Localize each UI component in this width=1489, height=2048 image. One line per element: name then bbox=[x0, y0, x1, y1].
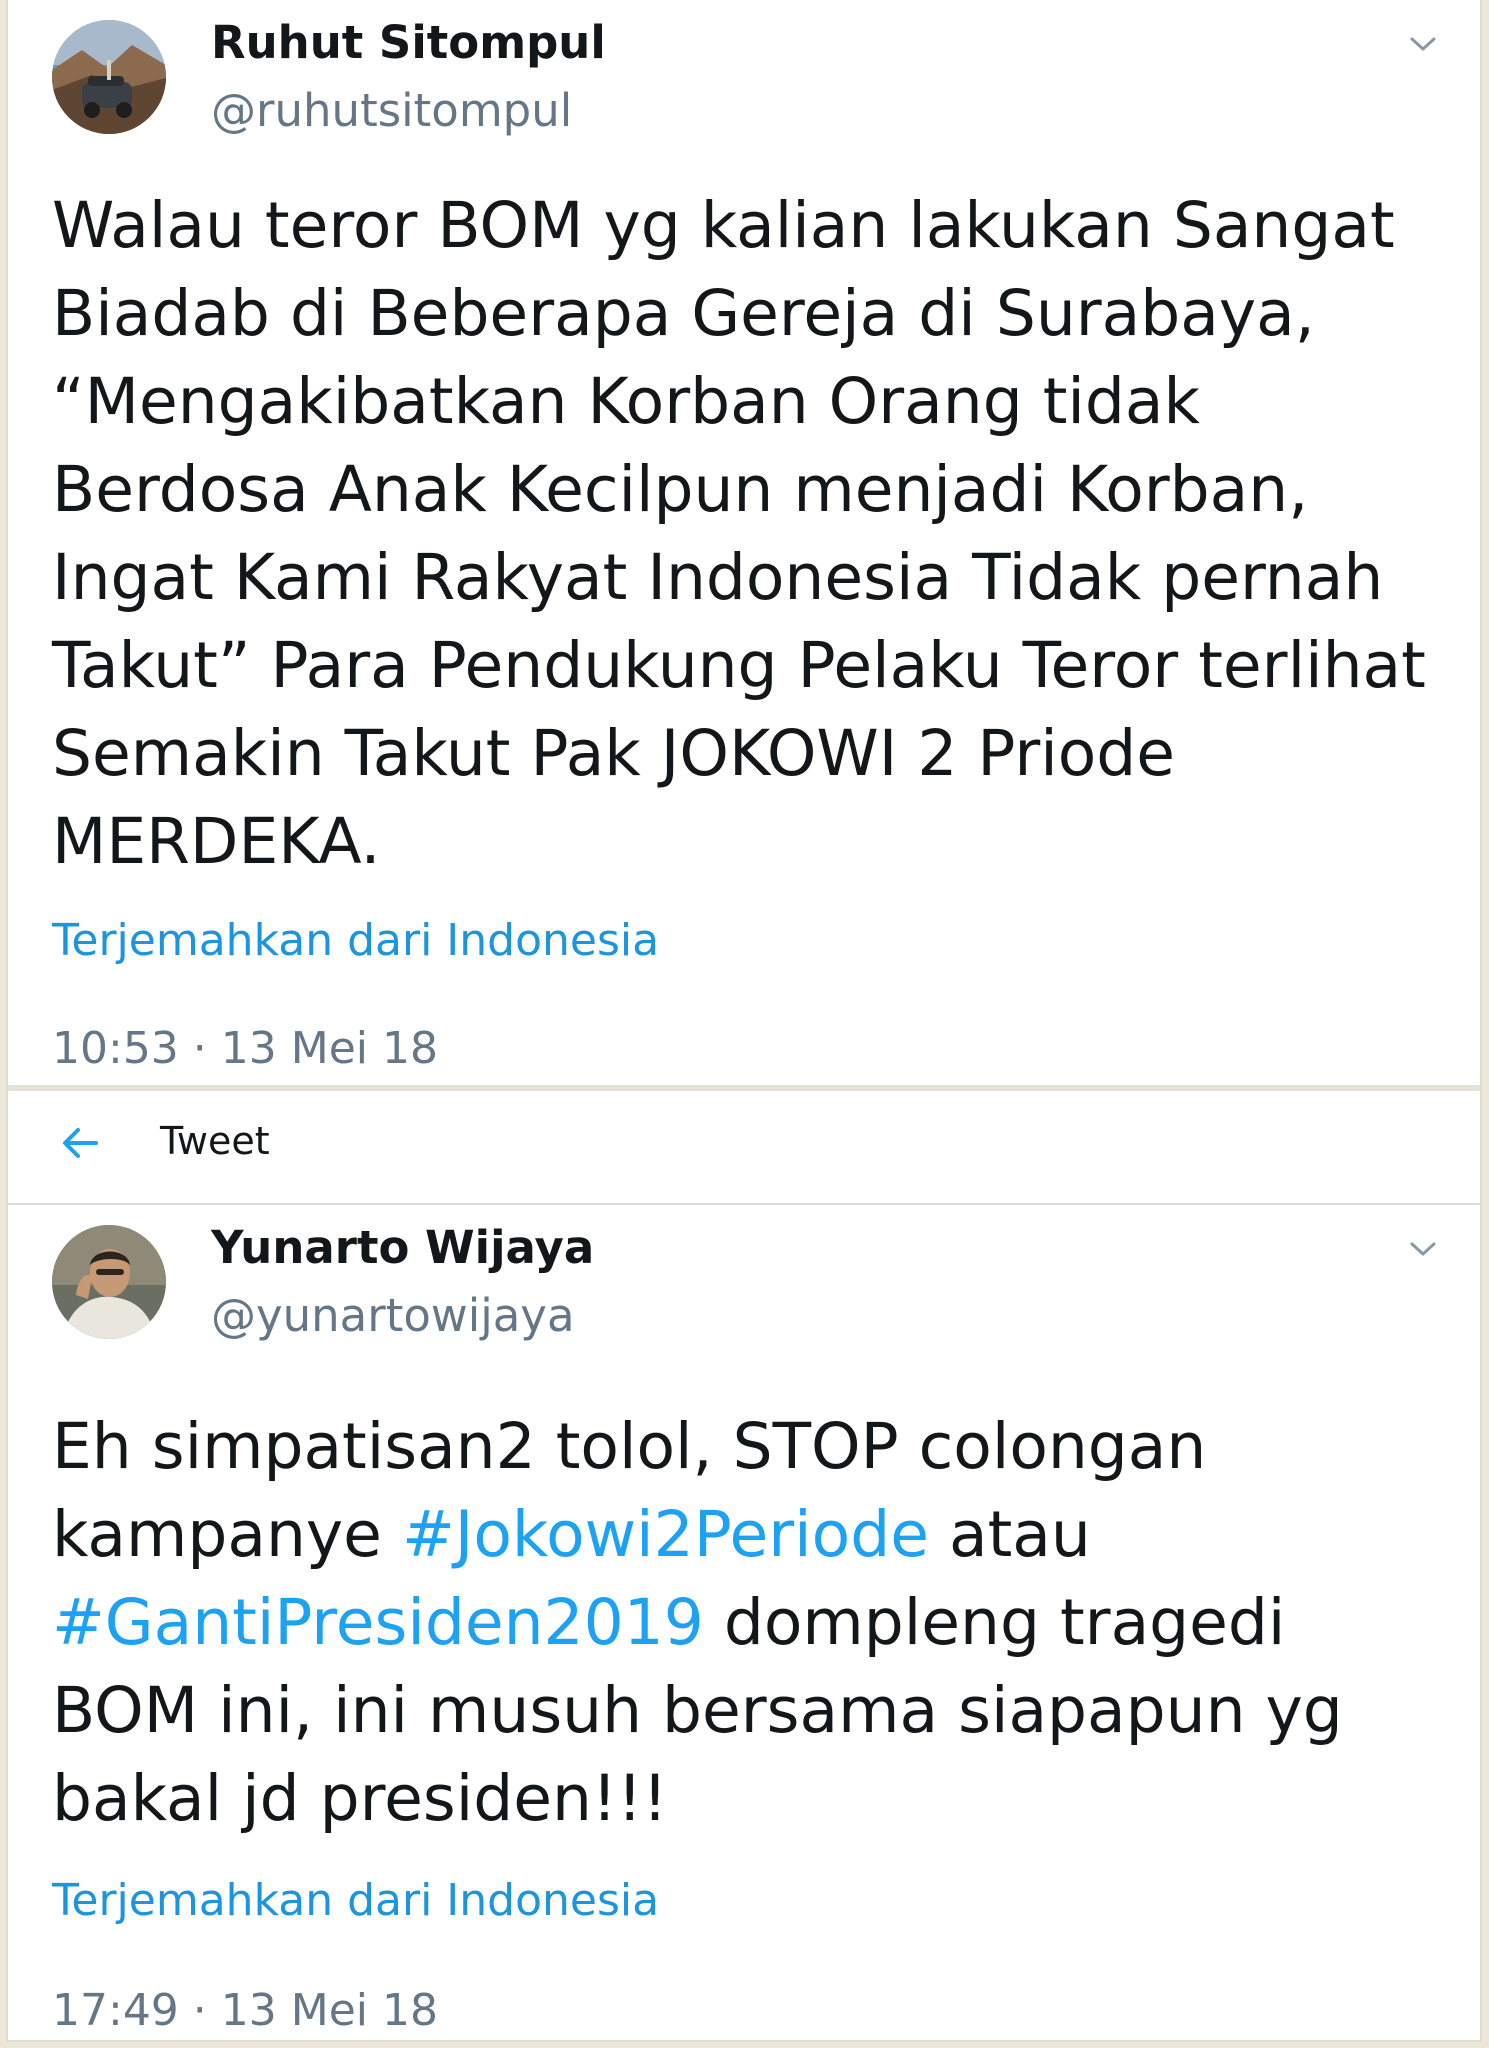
translate-link[interactable]: Terjemahkan dari Indonesia bbox=[52, 1875, 659, 1926]
avatar[interactable] bbox=[52, 1225, 166, 1339]
hashtag-link[interactable]: #Jokowi2Periode bbox=[402, 1498, 929, 1571]
tweet-text: Eh simpatisan2 tolol, STOP colongan kamp… bbox=[52, 1403, 1452, 1843]
tweet-card[interactable]: Yunarto Wijaya @yunartowijaya Eh simpati… bbox=[8, 1205, 1480, 2040]
tweet-text: Walau teror BOM yg kalian lakukan Sangat… bbox=[52, 182, 1452, 886]
tweet-text-line: kampanye #Jokowi2Periode atau bbox=[52, 1491, 1452, 1579]
screenshot-frame: Ruhut Sitompul @ruhutsitompul Walau tero… bbox=[8, 0, 1480, 2040]
tweet-text-line: bakal jd presiden!!! bbox=[52, 1762, 668, 1835]
translate-link[interactable]: Terjemahkan dari Indonesia bbox=[52, 915, 659, 966]
tweet-timestamp[interactable]: 17:49 · 13 Mei 18 bbox=[52, 1985, 438, 2036]
author-handle[interactable]: @yunartowijaya bbox=[211, 1289, 575, 1342]
chevron-down-icon[interactable] bbox=[1408, 1239, 1438, 1259]
text-segment: kampanye bbox=[52, 1498, 402, 1571]
tweet-header-bar: Tweet bbox=[8, 1091, 1480, 1205]
avatar-image bbox=[52, 20, 166, 134]
tweet-text-line: Semakin Takut Pak JOKOWI 2 Priode bbox=[52, 717, 1176, 790]
tweet-text-line: MERDEKA. bbox=[52, 805, 381, 878]
tweet-text-line: “Mengakibatkan Korban Orang tidak bbox=[52, 365, 1200, 438]
tweet-timestamp[interactable]: 10:53 · 13 Mei 18 bbox=[52, 1023, 438, 1074]
chevron-down-icon[interactable] bbox=[1408, 34, 1438, 54]
page-title: Tweet bbox=[160, 1119, 270, 1163]
author-name[interactable]: Ruhut Sitompul bbox=[211, 16, 606, 69]
back-arrow-icon[interactable] bbox=[58, 1121, 102, 1165]
avatar[interactable] bbox=[52, 20, 166, 134]
text-segment: dompleng tragedi bbox=[703, 1586, 1286, 1659]
avatar-image bbox=[52, 1225, 166, 1339]
tweet-text-line: Walau teror BOM yg kalian lakukan Sangat bbox=[52, 189, 1395, 262]
tweet-text-line: BOM ini, ini musuh bersama siapapun yg bbox=[52, 1674, 1343, 1747]
tweet-text-line: Berdosa Anak Kecilpun menjadi Korban, bbox=[52, 453, 1309, 526]
tweet-text-line: Takut” Para Pendukung Pelaku Teror terli… bbox=[52, 629, 1426, 702]
tweet-text-line: Eh simpatisan2 tolol, STOP colongan bbox=[52, 1410, 1207, 1483]
tweet-card[interactable]: Ruhut Sitompul @ruhutsitompul Walau tero… bbox=[8, 0, 1480, 1085]
author-name[interactable]: Yunarto Wijaya bbox=[211, 1221, 594, 1274]
tweet-text-line: Biadab di Beberapa Gereja di Surabaya, bbox=[52, 277, 1315, 350]
tweet-text-line: #GantiPresiden2019 dompleng tragedi bbox=[52, 1579, 1452, 1667]
author-handle[interactable]: @ruhutsitompul bbox=[211, 84, 572, 137]
hashtag-link[interactable]: #GantiPresiden2019 bbox=[52, 1586, 704, 1659]
tweet-text-line: Ingat Kami Rakyat Indonesia Tidak pernah bbox=[52, 541, 1384, 614]
text-segment: atau bbox=[928, 1498, 1091, 1571]
